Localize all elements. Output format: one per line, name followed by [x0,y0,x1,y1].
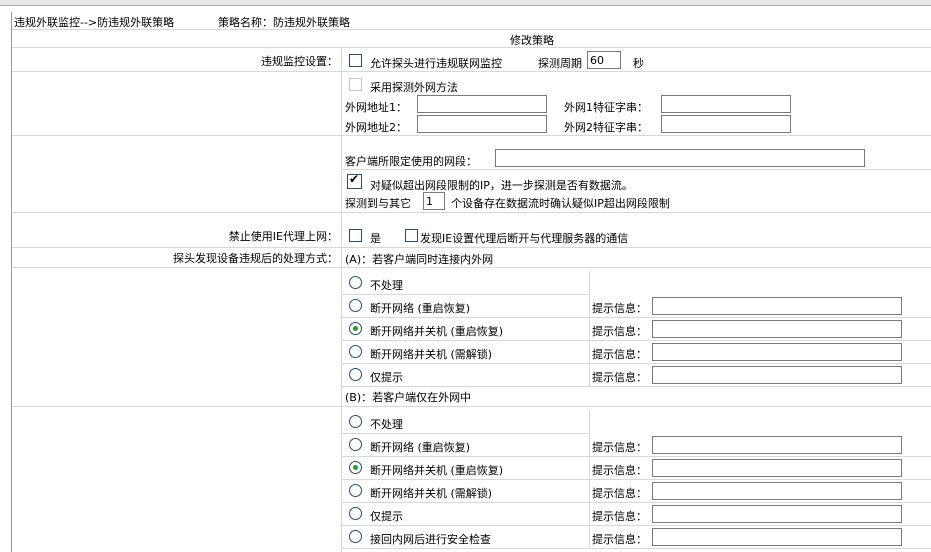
case-b-option-label: 接回内网后进行安全检查 [370,533,491,546]
column-divider [341,48,342,552]
table-left-border [11,12,12,552]
case-a-label: (A)：若客户端同时连接内外网 [345,253,494,266]
sig1-label: 外网1特征字串： [564,101,648,114]
section-title: 修改策略 [510,34,554,47]
case-a-radio[interactable] [349,299,362,312]
segment-input[interactable] [495,149,865,167]
confirm-suffix: 个设备存在数据流时确认疑似IP超出网段限制 [451,197,670,210]
case-b-option-label: 不处理 [370,418,403,431]
case-b-hint-input[interactable] [652,436,902,454]
ie-proxy-yes-label: 是 [370,232,381,245]
detect-label: 对疑似超出网段限制的IP，进一步探测是否有数据流。 [370,179,633,192]
divider [12,247,931,248]
case-b-hint-label: 提示信息： [592,464,647,477]
divider [12,267,931,268]
monitor-settings-label: 违规监控设置： [261,55,338,68]
allow-probe-checkbox[interactable] [349,54,362,67]
case-a-hint-input[interactable] [652,320,902,338]
divider [342,479,931,480]
column-divider [589,271,590,386]
case-a-option-label: 断开网络并关机 (重启恢复) [370,325,504,338]
case-b-label: (B)：若客户端仅在外网中 [345,391,472,404]
case-b-radio[interactable] [349,530,362,543]
top-border [0,0,931,6]
case-b-radio[interactable] [349,438,362,451]
probe-method-checkbox[interactable] [349,78,362,91]
case-a-option-label: 断开网络并关机 (需解锁) [370,348,493,361]
case-a-option-label: 不处理 [370,279,403,292]
ie-proxy-label: 禁止使用IE代理上网： [228,230,338,243]
divider [12,135,931,136]
divider [12,406,931,407]
case-b-hint-input[interactable] [652,459,902,477]
case-b-option-label: 仅提示 [370,510,403,523]
divider [12,29,931,30]
divider [342,363,931,364]
addr1-input[interactable] [417,95,547,113]
case-b-option-label: 断开网络并关机 (重启恢复) [370,464,504,477]
ie-proxy-yes-checkbox[interactable] [349,229,362,242]
divider [342,525,931,526]
case-a-hint-label: 提示信息： [592,348,647,361]
case-a-hint-input[interactable] [652,366,902,384]
case-b-option-label: 断开网络 (重启恢复) [370,441,471,454]
ie-proxy-disconnect-label: 发现IE设置代理后断开与代理服务器的通信 [420,232,629,245]
addr2-input[interactable] [417,115,547,133]
divider [12,212,931,213]
divider [342,294,590,295]
allow-probe-label: 允许探头进行违规联网监控 [370,57,502,70]
case-b-hint-label: 提示信息： [592,533,647,546]
case-a-radio[interactable] [349,345,362,358]
divider [342,317,931,318]
sig2-input[interactable] [661,115,791,133]
detect-checkbox[interactable] [347,172,362,189]
case-b-hint-label: 提示信息： [592,487,647,500]
divider [12,71,931,72]
confirm-prefix: 探测到与其它 [345,197,411,210]
addr1-label: 外网地址1： [345,101,407,114]
divider [342,169,931,170]
breadcrumb: 违规外联监控-->防违规外联策略 [14,16,175,29]
confirm-count-input[interactable] [423,192,445,210]
case-b-option-label: 断开网络并关机 (需解锁) [370,487,493,500]
case-b-hint-label: 提示信息： [592,510,647,523]
divider [342,548,931,549]
period-label: 探测周期 [538,57,582,70]
handling-label: 探头发现设备违规后的处理方式： [173,252,338,265]
case-a-hint-label: 提示信息： [592,371,647,384]
addr2-label: 外网地址2： [345,121,407,134]
case-a-radio[interactable] [349,368,362,381]
case-a-hint-label: 提示信息： [592,302,647,315]
case-b-radio[interactable] [349,484,362,497]
case-a-option-label: 仅提示 [370,371,403,384]
divider [342,502,931,503]
case-b-radio[interactable] [349,415,362,428]
case-a-hint-label: 提示信息： [592,325,647,338]
case-a-hint-input[interactable] [652,343,902,361]
period-input[interactable] [587,51,621,69]
policy-name: 策略名称：防违规外联策略 [218,16,350,29]
case-b-radio[interactable] [349,507,362,520]
case-b-hint-input[interactable] [652,482,902,500]
sig2-label: 外网2特征字串： [564,121,648,134]
divider [342,456,931,457]
probe-method-label: 采用探测外网方法 [370,81,458,94]
period-unit: 秒 [633,57,644,70]
case-a-radio[interactable] [349,276,362,289]
divider [342,433,590,434]
case-a-hint-input[interactable] [652,297,902,315]
case-b-radio[interactable] [349,461,362,474]
case-a-radio[interactable] [349,322,362,335]
column-divider [589,410,590,548]
segment-label: 客户端所限定使用的网段： [345,155,477,168]
case-b-hint-input[interactable] [652,505,902,523]
divider [342,386,931,387]
case-a-option-label: 断开网络 (重启恢复) [370,302,471,315]
sig1-input[interactable] [661,95,791,113]
divider [12,47,931,48]
divider [342,340,931,341]
ie-proxy-disconnect-checkbox[interactable] [405,229,418,242]
case-b-hint-label: 提示信息： [592,441,647,454]
case-b-hint-input[interactable] [652,528,902,546]
